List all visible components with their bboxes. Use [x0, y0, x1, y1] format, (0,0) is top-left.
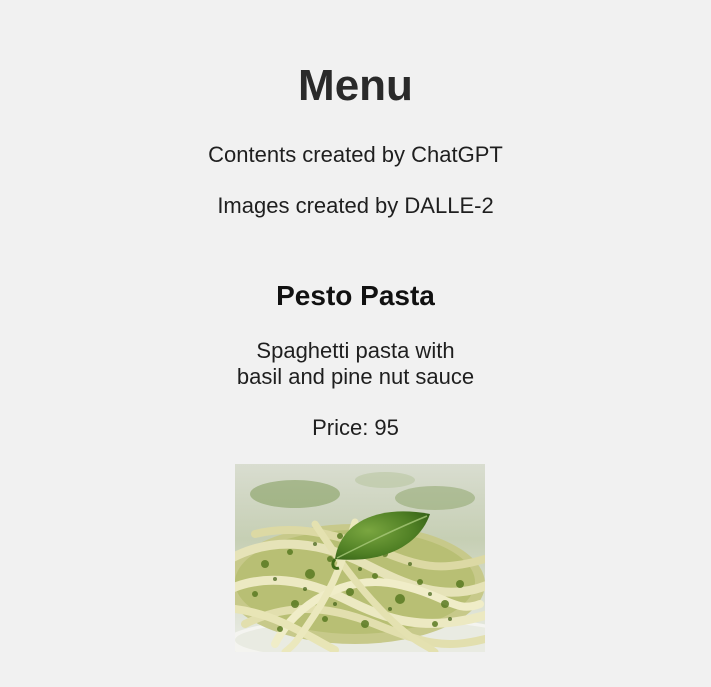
menu-item-description: Spaghetti pasta with basil and pine nut …: [0, 338, 711, 390]
pesto-pasta-image: [235, 464, 485, 652]
page-title: Menu: [298, 61, 413, 110]
menu-item-description-line1: Spaghetti pasta with: [256, 338, 455, 363]
menu-item-description-line2: basil and pine nut sauce: [236, 364, 475, 389]
menu-item-title: Pesto Pasta: [276, 280, 435, 311]
images-credit: Images created by DALLE-2: [217, 193, 494, 218]
pasta-photo-illustration: [235, 464, 485, 652]
menu-page: Menu Contents created by ChatGPT Images …: [0, 0, 711, 687]
menu-item-price: Price: 95: [312, 415, 399, 440]
contents-credit: Contents created by ChatGPT: [208, 142, 503, 167]
